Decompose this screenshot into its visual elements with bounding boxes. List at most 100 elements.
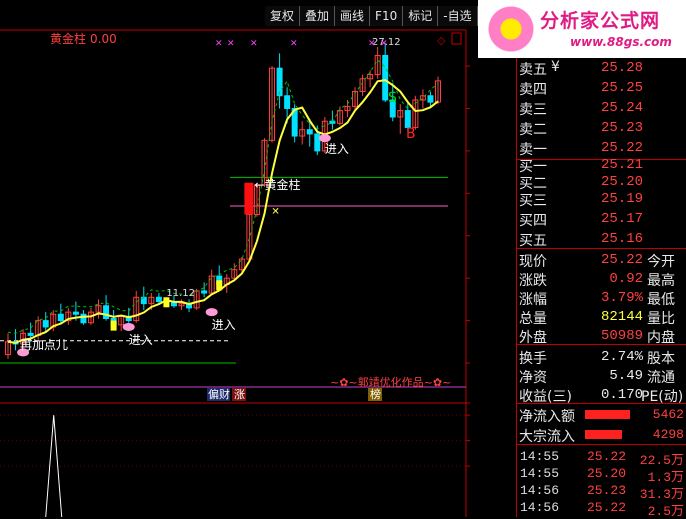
- f10-button[interactable]: F10: [370, 6, 404, 26]
- buy-signal-bar: [110, 320, 117, 331]
- trade-time: 14:55: [520, 466, 560, 481]
- trade-time: 14:56: [520, 483, 560, 498]
- author-label: ~✿~郭靖优化作品~✿~: [330, 375, 451, 389]
- ask-label: 卖三: [519, 102, 547, 118]
- ask-price: 25.28: [600, 60, 643, 76]
- stat-label: 现价: [519, 254, 547, 270]
- bid-price: 25.19: [600, 191, 643, 207]
- trade-price: 25.20: [587, 466, 627, 481]
- block-inflow-row: 大宗流入 4298: [517, 425, 686, 445]
- tag-label: 偏财: [208, 387, 230, 401]
- candle-body: [201, 290, 208, 294]
- stat-row: 外盘 50989 内盘: [517, 326, 686, 346]
- stat-label-2: 最高: [647, 273, 675, 289]
- stat-label-2: 量比: [647, 311, 675, 327]
- candle-body: [42, 320, 49, 328]
- ask-label: 卖四: [519, 82, 547, 98]
- short-ma-line: [7, 59, 439, 334]
- sell-mark: S: [388, 90, 397, 106]
- trade-time: 14:55: [520, 449, 560, 464]
- flow-value: 4298: [652, 427, 684, 442]
- stat-label: 净资: [519, 370, 547, 386]
- cross-signal-icon: ✕: [290, 39, 298, 49]
- flow-bar: [585, 430, 622, 439]
- stat-label: 涨跌: [519, 273, 547, 289]
- site-logo: 分析家公式网 www.88gs.com: [478, 0, 686, 58]
- flow-bar: [585, 410, 630, 419]
- stat-value: 5.49: [609, 368, 643, 384]
- trade-row[interactable]: 14:56 25.22 2.5万: [517, 500, 686, 519]
- bid-row[interactable]: 买三 25.19: [517, 189, 686, 209]
- ask-row[interactable]: 卖五 ¥ 25.28: [517, 58, 686, 78]
- watchlist-button[interactable]: -自选: [438, 6, 478, 26]
- candle-body: [306, 129, 313, 135]
- candle-body: [314, 133, 321, 152]
- golden-pillar-label: ←黄金柱: [254, 177, 300, 192]
- cross-signal-icon: ✕: [368, 39, 376, 49]
- kline-chart[interactable]: ◇26.0024.0022.0020.0018.0016.0014.0012.0…: [0, 0, 470, 517]
- trade-volume: 2.5万: [647, 504, 684, 519]
- stat-value: 2.74%: [600, 349, 643, 365]
- stat-value: 82144: [600, 309, 643, 325]
- bid-price: 25.21: [600, 157, 643, 173]
- trade-price: 25.22: [587, 500, 627, 515]
- flow-label: 净流入额: [519, 409, 575, 425]
- stat-row: 涨幅 3.79% 最低: [517, 288, 686, 308]
- logo-url: www.88gs.com: [570, 35, 672, 49]
- net-inflow-row: 净流入额 5462: [517, 405, 686, 425]
- ask-mark: ¥: [551, 59, 560, 75]
- restore-rights-button[interactable]: 复权: [265, 6, 301, 26]
- stat-value: 25.22: [600, 252, 643, 268]
- trade-row[interactable]: 14:55 25.22 22.5万: [517, 449, 686, 468]
- stat-label-2: 今开: [647, 254, 675, 270]
- bid-price: 25.17: [600, 211, 643, 227]
- stat-value: 3.79%: [600, 290, 643, 306]
- ask-row[interactable]: 卖三 25.24: [517, 98, 686, 118]
- lotus-icon: [122, 322, 135, 331]
- bid-price: 25.20: [600, 174, 643, 190]
- stat-label-2: 内盘: [647, 330, 675, 346]
- stat-row: 净资 5.49 流通: [517, 366, 686, 386]
- lotus-icon: [318, 134, 331, 143]
- stat-value: 50989: [600, 328, 643, 344]
- overlay-button[interactable]: 叠加: [300, 6, 336, 26]
- stat-label: 总量: [519, 311, 547, 327]
- stat-row: 总量 82144 量比: [517, 307, 686, 327]
- candle-body: [382, 54, 389, 101]
- ask-label: 卖二: [519, 122, 547, 138]
- indicator-value: 0.00: [90, 32, 117, 46]
- candle-body: [404, 110, 411, 129]
- bid-row[interactable]: 买五 25.16: [517, 229, 686, 249]
- cross-signal-icon: ✕: [215, 39, 223, 49]
- draw-line-button[interactable]: 画线: [335, 6, 371, 26]
- trade-row[interactable]: 14:56 25.23 31.3万: [517, 483, 686, 502]
- diamond-icon: ◇: [437, 34, 446, 47]
- stat-label-2: 流通: [647, 370, 675, 386]
- flow-label: 大宗流入: [519, 429, 575, 445]
- low-price-label: 11.12: [166, 288, 195, 299]
- stat-label-2: 股本: [647, 351, 675, 367]
- buy-mark: B: [406, 126, 416, 142]
- stat-label-2: PE(动): [641, 389, 684, 405]
- flow-value: 5462: [652, 407, 684, 422]
- stat-row: 收益(三) 0.170 PE(动): [517, 385, 686, 405]
- stat-value: 0.170: [600, 387, 643, 403]
- bid-row[interactable]: 买四 25.17: [517, 209, 686, 229]
- logo-title: 分析家公式网: [540, 10, 661, 32]
- trade-price: 25.22: [587, 449, 627, 464]
- ask-row[interactable]: 卖四 25.25: [517, 78, 686, 98]
- candle-body: [27, 332, 34, 336]
- mark-button[interactable]: 标记: [403, 6, 439, 26]
- add-point-label: 再加点儿: [20, 338, 68, 352]
- golden-pillar: [244, 182, 254, 215]
- bid-label: 买五: [519, 233, 547, 249]
- flower-icon: [488, 6, 534, 52]
- long-ma-line: [7, 79, 439, 344]
- candle-body: [103, 305, 110, 319]
- stat-row: 换手 2.74% 股本: [517, 347, 686, 367]
- candle-body: [80, 313, 87, 324]
- ask-row[interactable]: 卖二 25.23: [517, 118, 686, 138]
- trade-row[interactable]: 14:55 25.20 1.3万: [517, 466, 686, 485]
- ask-price: 25.24: [600, 100, 643, 116]
- buy-signal-bar: [216, 280, 223, 291]
